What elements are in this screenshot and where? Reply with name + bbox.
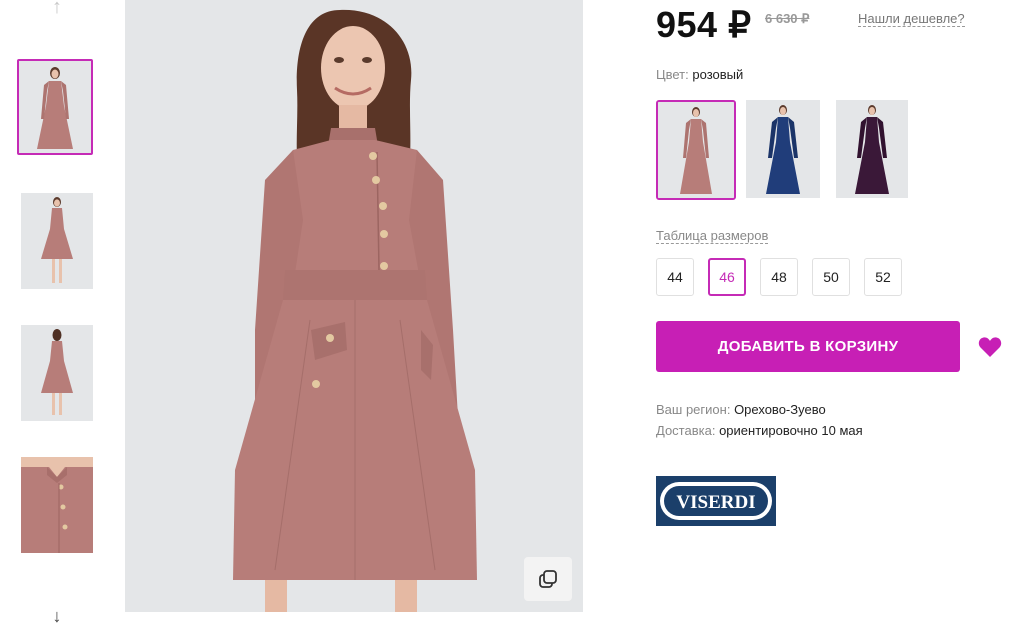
size-option-50[interactable]: 50 bbox=[812, 258, 850, 296]
thumbnail-dress-full-image bbox=[21, 193, 93, 289]
color-swatch-pink[interactable] bbox=[656, 100, 736, 200]
old-price: 6 630 ₽ bbox=[765, 11, 810, 26]
color-row: Цвет: розовый bbox=[656, 67, 743, 82]
color-value: розовый bbox=[692, 67, 744, 82]
zoom-button[interactable] bbox=[524, 557, 572, 601]
thumbnail-1[interactable] bbox=[17, 59, 93, 155]
region-info: Ваш регион: Орехово-Зуево bbox=[656, 401, 826, 419]
brand-logo[interactable]: VISERDI bbox=[656, 476, 776, 526]
delivery-label: Доставка: bbox=[656, 423, 716, 438]
thumbnail-2[interactable] bbox=[21, 193, 93, 289]
add-to-cart-button[interactable]: ДОБАВИТЬ В КОРЗИНУ bbox=[656, 321, 960, 372]
size-option-52[interactable]: 52 bbox=[864, 258, 902, 296]
region-value[interactable]: Орехово-Зуево bbox=[734, 402, 826, 417]
zoom-icon bbox=[539, 570, 557, 588]
swatch-purple-image bbox=[836, 100, 908, 198]
thumbnail-dress-image bbox=[19, 61, 91, 153]
color-swatch-blue[interactable] bbox=[746, 100, 820, 198]
brand-name: VISERDI bbox=[676, 492, 755, 513]
heart-icon bbox=[978, 337, 1002, 357]
main-product-image[interactable] bbox=[125, 0, 583, 612]
size-option-46[interactable]: 46 bbox=[708, 258, 746, 296]
size-option-44[interactable]: 44 bbox=[656, 258, 694, 296]
thumbnail-4[interactable] bbox=[21, 457, 93, 553]
dress-photo bbox=[125, 0, 583, 612]
thumbs-down-arrow-icon[interactable]: ↓ bbox=[46, 607, 68, 625]
product-price: 954 ₽ bbox=[656, 4, 752, 45]
color-label: Цвет: bbox=[656, 67, 689, 82]
region-label: Ваш регион: bbox=[656, 402, 731, 417]
viserdi-logo: VISERDI bbox=[656, 476, 776, 526]
delivery-info: Доставка: ориентировочно 10 мая bbox=[656, 422, 863, 440]
color-swatch-purple[interactable] bbox=[836, 100, 908, 198]
thumbnail-dress-back-image bbox=[21, 325, 93, 421]
swatch-blue-image bbox=[746, 100, 820, 198]
delivery-value: ориентировочно 10 мая bbox=[719, 423, 863, 438]
thumbs-up-arrow-icon[interactable]: ↑ bbox=[46, 0, 68, 18]
swatch-pink-image bbox=[658, 102, 734, 198]
size-option-48[interactable]: 48 bbox=[760, 258, 798, 296]
found-cheaper-link[interactable]: Нашли дешевле? bbox=[858, 11, 965, 27]
thumbnail-dress-detail-image bbox=[21, 457, 93, 553]
favorite-button[interactable] bbox=[978, 336, 1002, 358]
size-table-link[interactable]: Таблица размеров bbox=[656, 228, 769, 244]
thumbnail-3[interactable] bbox=[21, 325, 93, 421]
